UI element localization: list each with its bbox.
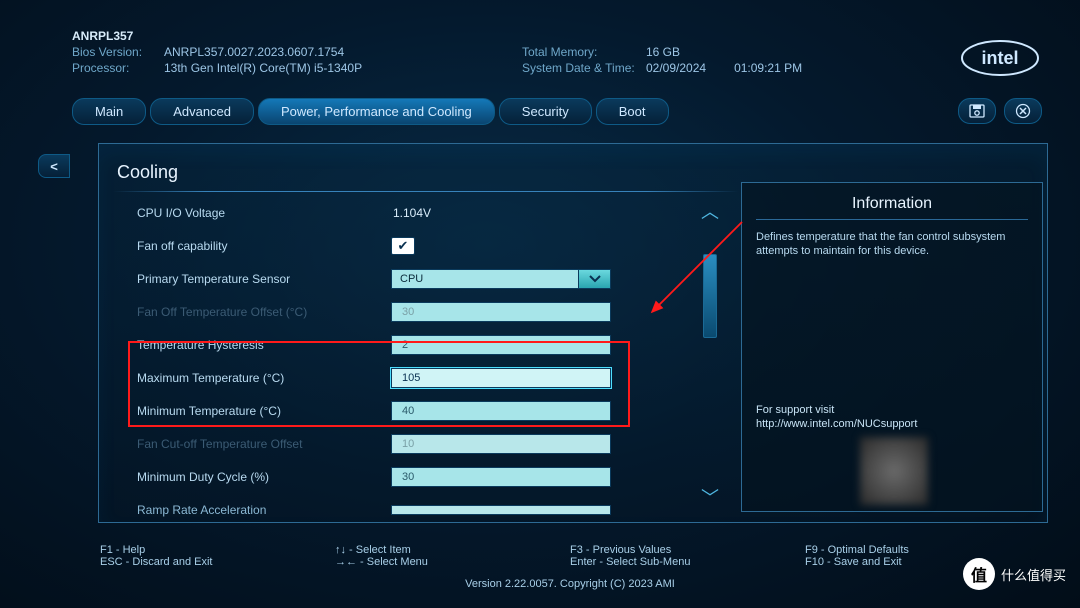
processor-label: Processor: xyxy=(72,60,164,76)
watermark-badge: 值 xyxy=(963,558,995,590)
info-title: Information xyxy=(756,195,1028,213)
datetime-label: System Date & Time: xyxy=(522,60,646,76)
total-memory-label: Total Memory: xyxy=(522,44,646,60)
min-temp-label: Minimum Temperature (°C) xyxy=(137,404,391,418)
tab-advanced[interactable]: Advanced xyxy=(150,98,254,125)
min-duty-label: Minimum Duty Cycle (%) xyxy=(137,470,391,484)
primary-temp-sensor-select[interactable]: CPU xyxy=(391,269,611,289)
hint-esc: ESC - Discard and Exit xyxy=(100,556,335,568)
min-temp-input[interactable]: 40 xyxy=(391,401,611,421)
scroll-down-icon[interactable]: ﹀ xyxy=(701,484,719,510)
max-temp-label: Maximum Temperature (°C) xyxy=(137,371,391,385)
hint-f9: F9 - Optimal Defaults xyxy=(805,544,1040,556)
dropdown-arrow-icon[interactable] xyxy=(579,269,611,289)
temp-hysteresis-input[interactable]: 2 xyxy=(391,335,611,355)
svg-text:intel: intel xyxy=(981,48,1018,68)
hint-f1: F1 - Help xyxy=(100,544,335,556)
settings-list: CPU I/O Voltage 1.104V Fan off capabilit… xyxy=(99,192,701,516)
fan-cutoff-label: Fan Cut-off Temperature Offset xyxy=(137,437,391,451)
scrollbar[interactable]: ︿ ﹀ xyxy=(701,192,741,516)
info-description: Defines temperature that the fan control… xyxy=(756,230,1028,258)
tab-main[interactable]: Main xyxy=(72,98,146,125)
close-button[interactable] xyxy=(1004,98,1042,124)
support-label: For support visit xyxy=(756,403,917,417)
cpu-io-voltage-value: 1.104V xyxy=(391,206,611,220)
hint-updown: ↑↓ - Select Item xyxy=(335,544,570,556)
scroll-up-icon[interactable]: ︿ xyxy=(701,198,719,224)
fan-off-capability-checkbox[interactable]: ✔ xyxy=(391,237,415,255)
total-memory: 16 GB xyxy=(646,45,680,59)
bios-version-label: Bios Version: xyxy=(72,44,164,60)
hint-f3: F3 - Previous Values xyxy=(570,544,805,556)
save-button[interactable] xyxy=(958,98,996,124)
model-name: ANRPL357 xyxy=(72,28,522,44)
settings-panel: Cooling CPU I/O Voltage 1.104V Fan off c… xyxy=(98,143,1048,523)
bios-version: ANRPL357.0027.2023.0607.1754 xyxy=(164,45,344,59)
min-duty-input[interactable]: 30 xyxy=(391,467,611,487)
scroll-thumb[interactable] xyxy=(703,254,717,338)
tab-power-performance-cooling[interactable]: Power, Performance and Cooling xyxy=(258,98,495,125)
system-time: 01:09:21 PM xyxy=(734,61,802,75)
watermark-text: 什么值得买 xyxy=(1001,565,1066,584)
footer-hints: F1 - Help ↑↓ - Select Item F3 - Previous… xyxy=(100,544,1040,590)
hint-enter: Enter - Select Sub-Menu xyxy=(570,556,805,568)
primary-temp-sensor-label: Primary Temperature Sensor xyxy=(137,272,391,286)
temp-hysteresis-label: Temperature Hysteresis xyxy=(137,338,391,352)
qr-code xyxy=(860,437,928,505)
hint-leftright: →← - Select Menu xyxy=(335,556,570,568)
fan-cutoff-input: 10 xyxy=(391,434,611,454)
processor: 13th Gen Intel(R) Core(TM) i5-1340P xyxy=(164,61,362,75)
ramp-rate-input[interactable] xyxy=(391,505,611,515)
tab-boot[interactable]: Boot xyxy=(596,98,669,125)
watermark: 值 什么值得买 xyxy=(963,558,1066,590)
support-url: http://www.intel.com/NUCsupport xyxy=(756,417,917,431)
back-button[interactable]: < xyxy=(38,154,70,178)
copyright: Version 2.22.0057. Copyright (C) 2023 AM… xyxy=(100,578,1040,590)
system-date: 02/09/2024 xyxy=(646,61,706,75)
tab-security[interactable]: Security xyxy=(499,98,592,125)
fan-off-temp-offset-label: Fan Off Temperature Offset (°C) xyxy=(137,305,391,319)
cpu-io-voltage-label: CPU I/O Voltage xyxy=(137,206,391,220)
header-info: ANRPL357 Bios Version:ANRPL357.0027.2023… xyxy=(0,0,1080,76)
max-temp-input[interactable]: 105 xyxy=(391,368,611,388)
ramp-rate-label: Ramp Rate Acceleration xyxy=(137,503,391,517)
fan-off-temp-offset-input: 30 xyxy=(391,302,611,322)
primary-temp-sensor-value: CPU xyxy=(391,269,579,289)
info-panel: Information Defines temperature that the… xyxy=(741,182,1043,512)
intel-logo: intel xyxy=(960,38,1040,83)
fan-off-capability-label: Fan off capability xyxy=(137,239,391,253)
